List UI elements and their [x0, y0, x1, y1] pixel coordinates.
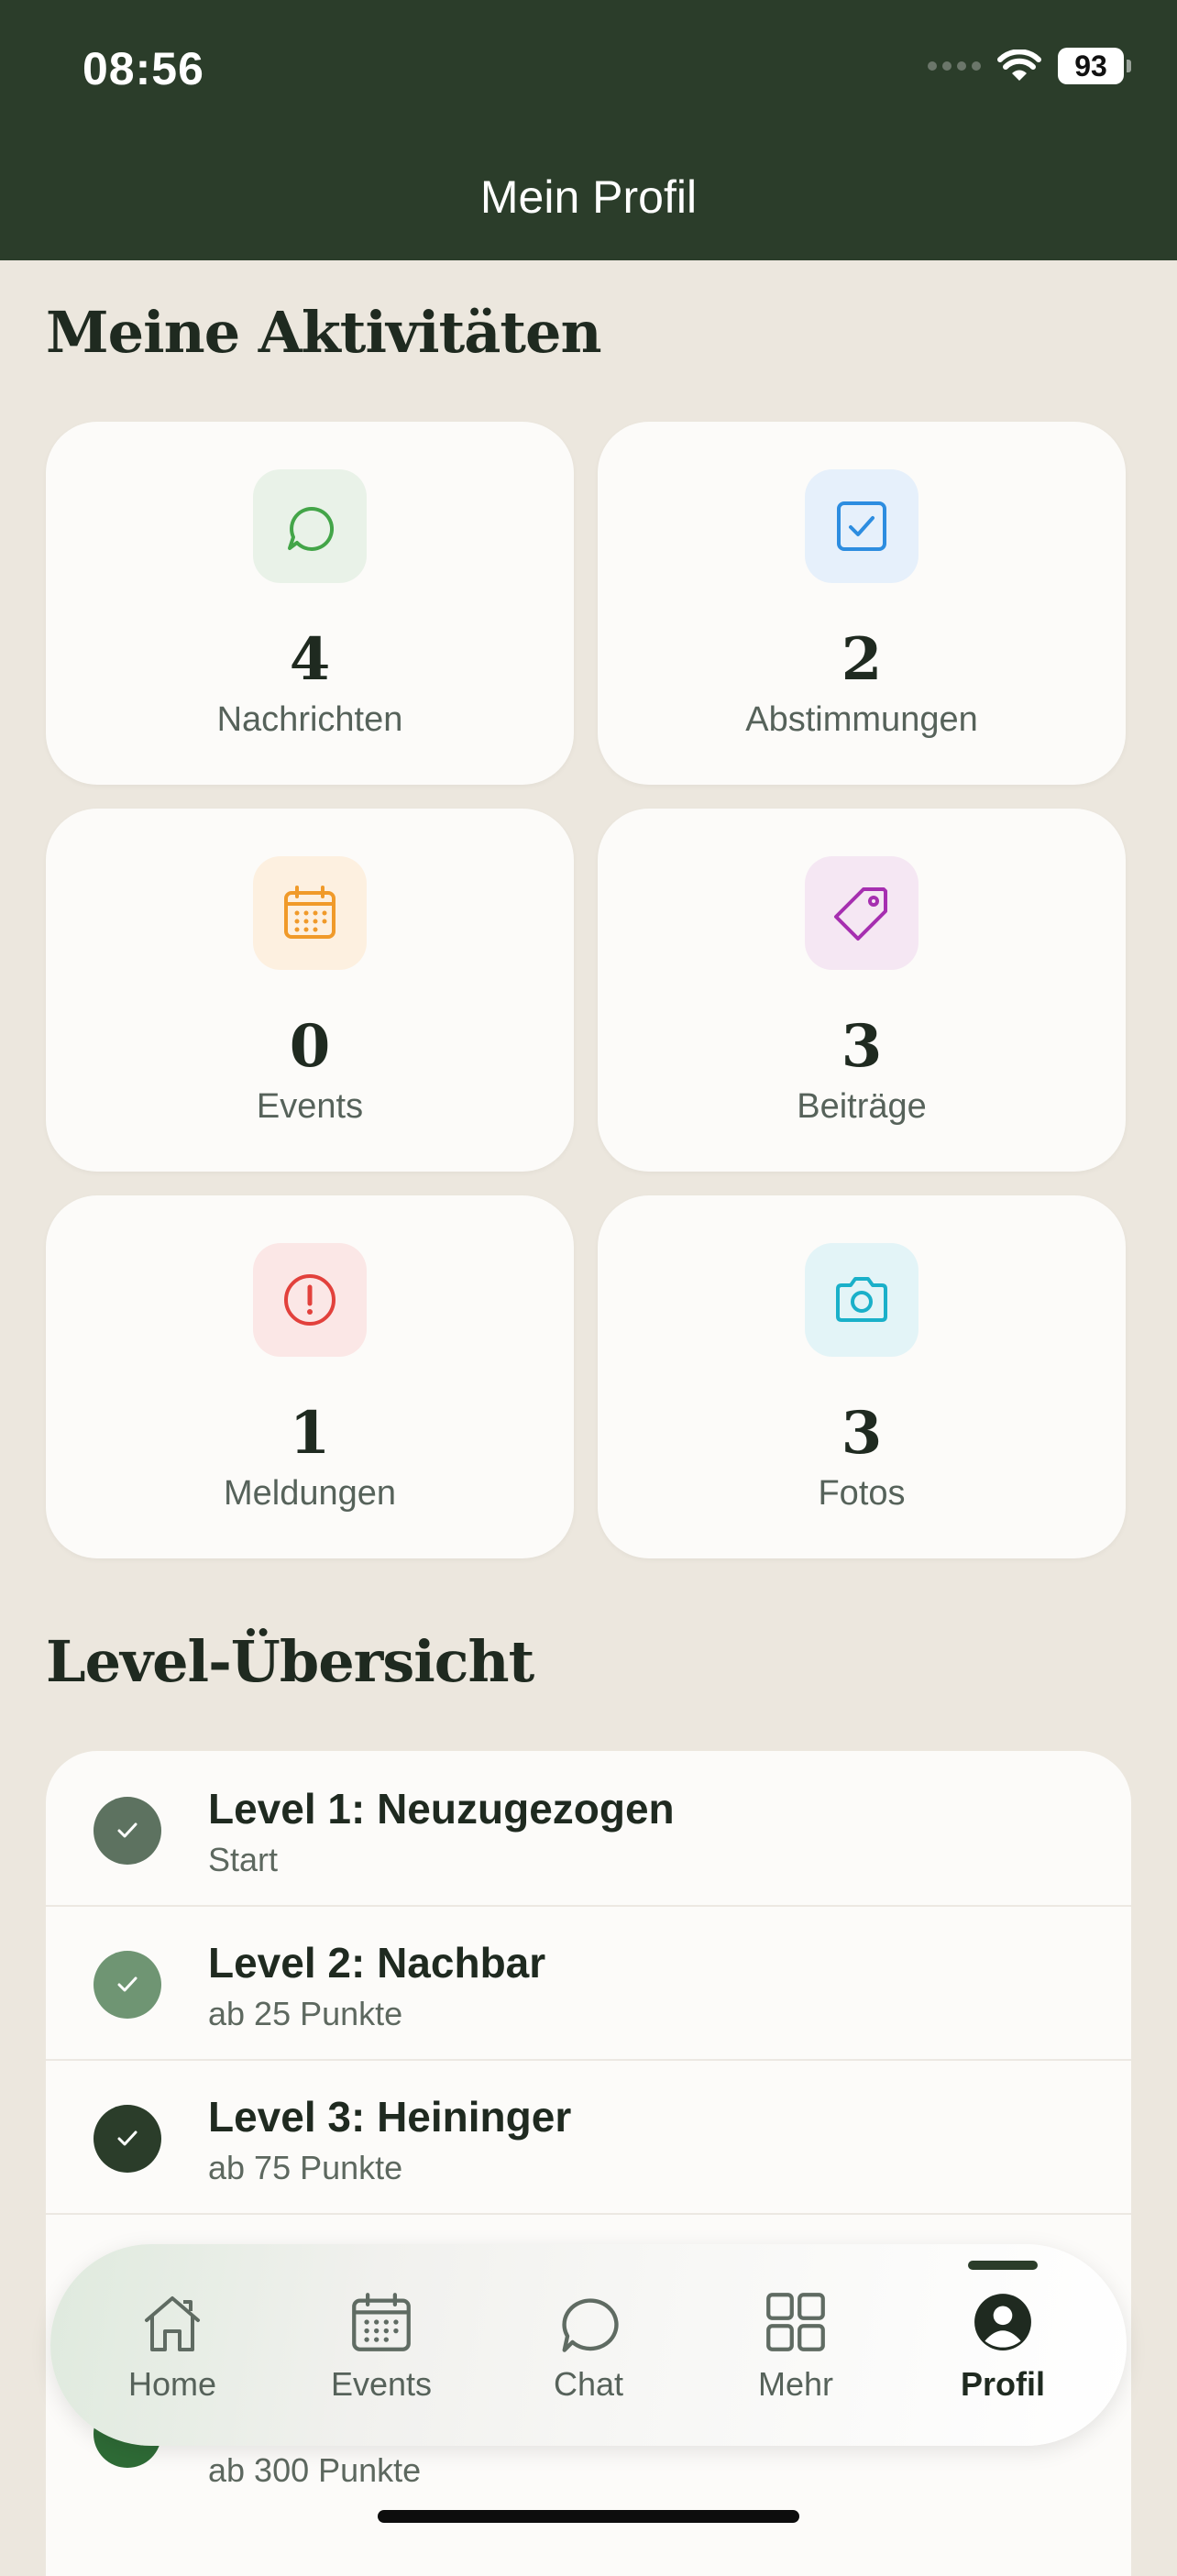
level-row-1: Level 1: Neuzugezogen Start	[46, 1751, 1131, 1907]
tab-home[interactable]: Home	[69, 2244, 276, 2446]
battery-level: 93	[1058, 48, 1124, 84]
check-icon	[94, 1951, 161, 2019]
tab-label: Profil	[960, 2365, 1045, 2403]
activity-card-posts[interactable]: 3 Beiträge	[598, 809, 1126, 1172]
tab-label: Events	[330, 2365, 433, 2403]
chat-bubble-icon	[556, 2290, 621, 2354]
level-subtitle: ab 75 Punkte	[208, 2149, 403, 2186]
home-indicator	[378, 2510, 799, 2523]
tab-label: Mehr	[757, 2365, 834, 2403]
tag-icon	[805, 856, 918, 970]
activity-label: Fotos	[818, 1474, 906, 1513]
profile-icon	[973, 2290, 1033, 2354]
activity-label: Meldungen	[223, 1474, 397, 1513]
activity-count: 1	[289, 1399, 331, 1468]
activity-card-events[interactable]: 0 Events	[46, 809, 574, 1172]
wifi-icon	[997, 50, 1041, 81]
checkbox-icon	[805, 469, 918, 583]
status-time: 08:56	[82, 43, 204, 94]
calendar-icon	[350, 2290, 412, 2354]
home-icon	[139, 2290, 205, 2354]
activity-card-reports[interactable]: 1 Meldungen	[46, 1195, 574, 1558]
level-title: Level 3: Heininger	[208, 2093, 572, 2141]
activity-card-messages[interactable]: 4 Nachrichten	[46, 422, 574, 785]
level-title: Level 2: Nachbar	[208, 1939, 546, 1987]
page-title: Mein Profil	[479, 171, 698, 223]
alert-circle-icon	[253, 1243, 367, 1357]
chat-bubble-icon	[253, 469, 367, 583]
active-tab-indicator	[968, 2261, 1038, 2270]
activity-count: 2	[841, 625, 883, 694]
grid-icon	[764, 2290, 827, 2354]
level-title: Level 1: Neuzugezogen	[208, 1785, 675, 1833]
calendar-icon	[253, 856, 367, 970]
tab-events[interactable]: Events	[278, 2244, 485, 2446]
levels-title: Level-Übersicht	[46, 1628, 534, 1695]
activity-count: 4	[289, 625, 331, 694]
activity-count: 3	[841, 1012, 883, 1081]
cellular-signal-icon	[928, 61, 981, 71]
activity-label: Beiträge	[797, 1087, 927, 1126]
tab-label: Home	[127, 2365, 217, 2403]
level-subtitle: ab 25 Punkte	[208, 1995, 403, 2032]
level-row-3: Level 3: Heininger ab 75 Punkte	[46, 2059, 1131, 2215]
tab-label: Chat	[553, 2365, 624, 2403]
app-header: 08:56 93 Mein Profil	[0, 0, 1177, 260]
activity-label: Abstimmungen	[745, 700, 978, 739]
activity-count: 3	[841, 1399, 883, 1468]
camera-icon	[805, 1243, 918, 1357]
check-icon	[94, 1797, 161, 1865]
battery-icon: 93	[1058, 48, 1131, 84]
activity-label: Events	[256, 1087, 364, 1126]
level-list: Level 1: Neuzugezogen Start Level 2: Nac…	[46, 1751, 1131, 2576]
activity-card-photos[interactable]: 3 Fotos	[598, 1195, 1126, 1558]
tab-chat[interactable]: Chat	[485, 2244, 692, 2446]
level-row-2: Level 2: Nachbar ab 25 Punkte	[46, 1905, 1131, 2061]
tab-profile[interactable]: Profil	[899, 2244, 1106, 2446]
tab-more[interactable]: Mehr	[692, 2244, 899, 2446]
level-subtitle: ab 300 Punkte	[208, 2451, 422, 2489]
check-icon	[94, 2105, 161, 2173]
tab-bar: Home Events Chat Mehr Profil	[50, 2244, 1127, 2446]
activities-title: Meine Aktivitäten	[46, 299, 602, 366]
level-subtitle: Start	[208, 1841, 279, 1878]
activity-count: 0	[289, 1012, 331, 1081]
activity-card-polls[interactable]: 2 Abstimmungen	[598, 422, 1126, 785]
activity-label: Nachrichten	[216, 700, 403, 739]
status-icons: 93	[928, 48, 1131, 84]
